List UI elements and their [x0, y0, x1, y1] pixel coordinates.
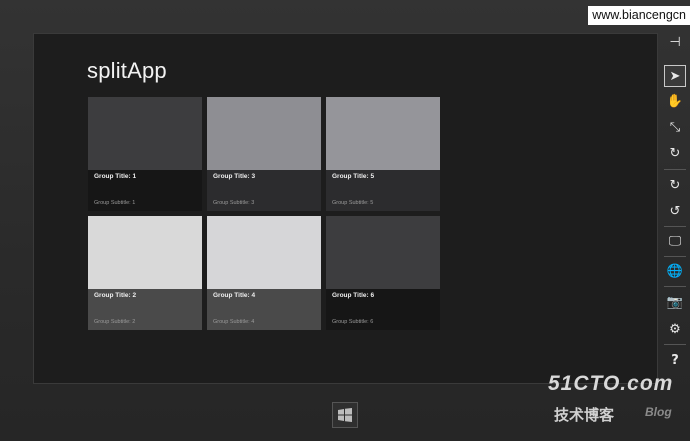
group-tile-3[interactable]: Group Title: 3 Group Subtitle: 3 — [207, 97, 321, 211]
toolbar-divider — [664, 286, 686, 287]
windows-start-button[interactable] — [332, 402, 358, 428]
group-caption: Group Title: 6 Group Subtitle: 6 — [326, 289, 440, 330]
pointer-icon[interactable]: ➤ — [664, 65, 686, 87]
group-subtitle: Group Subtitle: 1 — [94, 200, 136, 206]
group-image — [326, 216, 440, 289]
group-image — [326, 97, 440, 170]
toolbar-divider — [664, 256, 686, 257]
group-image — [88, 97, 202, 170]
pin-icon[interactable]: ⊣ — [664, 31, 686, 53]
group-subtitle: Group Subtitle: 2 — [94, 319, 136, 325]
group-subtitle: Group Subtitle: 4 — [213, 319, 255, 325]
simulator-toolbar: ⊣ ➤ ✋ ⤡ ↻ ↻ ↺ 🖵 🌐 📷 ⚙ ? — [659, 28, 690, 378]
group-tile-5[interactable]: Group Title: 5 Group Subtitle: 5 — [326, 97, 440, 211]
group-caption: Group Title: 2 Group Subtitle: 2 — [88, 289, 202, 330]
location-icon[interactable]: 🌐 — [664, 260, 686, 282]
toolbar-divider — [664, 344, 686, 345]
watermark-logo: 51CTO.com 技术博客 Blog — [548, 372, 688, 432]
toolbar-divider — [664, 169, 686, 170]
group-title: Group Title: 6 — [332, 292, 375, 299]
group-tile-6[interactable]: Group Title: 6 Group Subtitle: 6 — [326, 216, 440, 330]
group-tile-2[interactable]: Group Title: 2 Group Subtitle: 2 — [88, 216, 202, 330]
settings-icon[interactable]: ⚙ — [664, 318, 686, 340]
group-subtitle: Group Subtitle: 5 — [332, 200, 374, 206]
group-image — [207, 216, 321, 289]
group-title: Group Title: 4 — [213, 292, 256, 299]
group-caption: Group Title: 5 Group Subtitle: 5 — [326, 170, 440, 211]
resolution-icon[interactable]: 🖵 — [664, 230, 686, 252]
group-image — [207, 97, 321, 170]
windows-logo-icon — [338, 408, 352, 422]
screenshot-icon[interactable]: 📷 — [664, 291, 686, 313]
group-image — [88, 216, 202, 289]
watermark-logo-text: 51CTO.com — [548, 372, 674, 395]
toolbar-divider — [664, 226, 686, 227]
rotate-clockwise-icon[interactable]: ↻ — [664, 174, 686, 196]
group-caption: Group Title: 4 Group Subtitle: 4 — [207, 289, 321, 330]
group-title: Group Title: 5 — [332, 173, 375, 180]
rotate-gesture-icon[interactable]: ↻ — [664, 142, 686, 164]
group-title: Group Title: 2 — [94, 292, 137, 299]
group-tile-4[interactable]: Group Title: 4 Group Subtitle: 4 — [207, 216, 321, 330]
help-icon[interactable]: ? — [664, 349, 686, 371]
touch-hand-icon[interactable]: ✋ — [664, 90, 686, 112]
watermark-logo-subtitle: 技术博客 — [554, 407, 615, 424]
group-title: Group Title: 1 — [94, 173, 137, 180]
group-title: Group Title: 3 — [213, 173, 256, 180]
rotate-counterclockwise-icon[interactable]: ↺ — [664, 200, 686, 222]
pinch-zoom-icon[interactable]: ⤡ — [664, 116, 686, 138]
group-caption: Group Title: 3 Group Subtitle: 3 — [207, 170, 321, 211]
group-subtitle: Group Subtitle: 6 — [332, 319, 374, 325]
group-tile-1[interactable]: Group Title: 1 Group Subtitle: 1 — [88, 97, 202, 211]
watermark-logo-blog: Blog — [645, 405, 672, 419]
app-title: splitApp — [87, 58, 167, 83]
site-watermark: www.biancengcn — [588, 6, 690, 25]
group-caption: Group Title: 1 Group Subtitle: 1 — [88, 170, 202, 211]
group-subtitle: Group Subtitle: 3 — [213, 200, 255, 206]
